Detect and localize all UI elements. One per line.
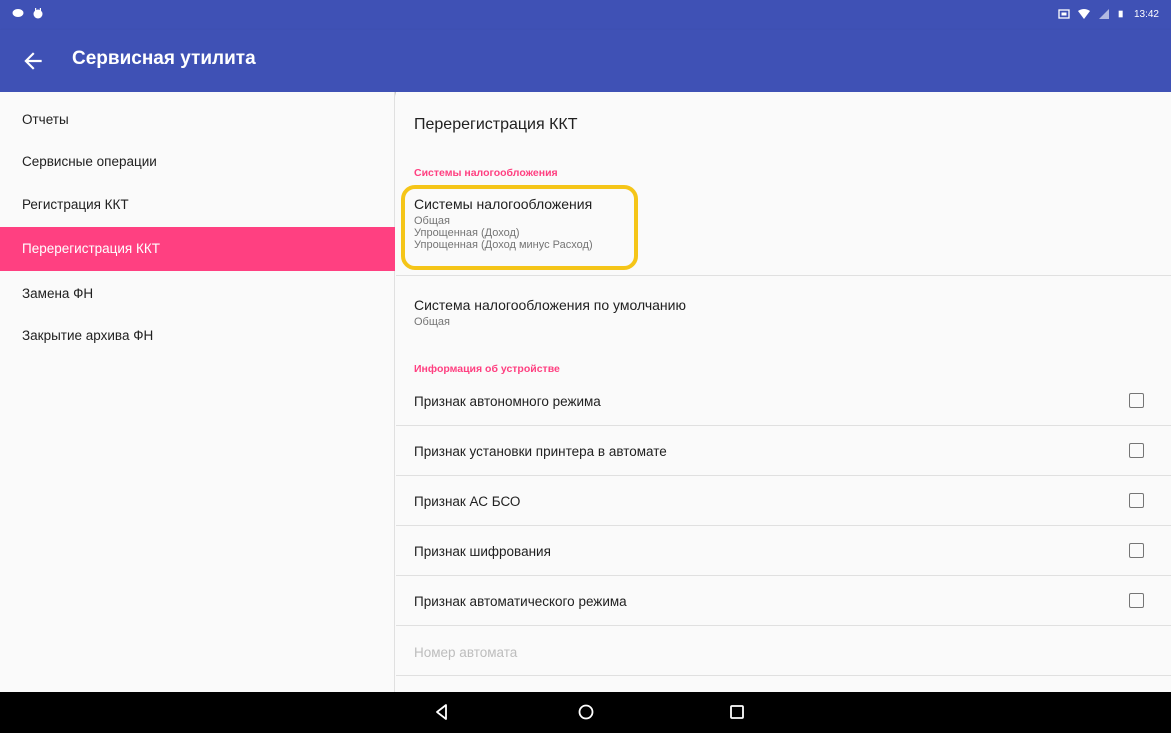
flag-automatic-label: Признак автоматического режима <box>414 594 627 609</box>
divider <box>396 475 1171 476</box>
nfc-icon <box>1058 9 1070 19</box>
flag-autonomous-label: Признак автономного режима <box>414 394 601 409</box>
flag-automatic-checkbox[interactable] <box>1129 593 1144 608</box>
sidebar-item-service-operations[interactable]: Сервисные операции <box>0 140 395 184</box>
settings-content: Перерегистрация ККТ Системы налогообложе… <box>396 92 1171 692</box>
app-bar: Сервисная утилита <box>0 30 1171 92</box>
flag-as-bso-label: Признак АС БСО <box>414 494 521 509</box>
divider <box>396 625 1171 626</box>
sidebar: Отчеты Сервисные операции Регистрация КК… <box>0 92 395 692</box>
highlight-frame <box>401 185 638 270</box>
app-title: Сервисная утилита <box>72 48 256 69</box>
flag-printer-checkbox[interactable] <box>1129 443 1144 458</box>
divider <box>396 275 1171 276</box>
flag-encryption-label: Признак шифрования <box>414 544 551 559</box>
flag-printer-label: Признак установки принтера в автомате <box>414 444 667 459</box>
default-tax-value: Общая <box>414 316 450 328</box>
wifi-icon <box>1077 9 1090 19</box>
nav-recents-icon[interactable] <box>727 702 747 722</box>
flag-autonomous-checkbox[interactable] <box>1129 393 1144 408</box>
machine-number-field: Номер автомата <box>414 645 518 660</box>
navigation-bar <box>0 692 1171 733</box>
nav-back-icon[interactable] <box>432 702 452 722</box>
divider <box>396 425 1171 426</box>
sidebar-item-fn-archive-close[interactable]: Закрытие архива ФН <box>0 314 395 358</box>
battery-icon <box>1118 10 1123 18</box>
flag-encryption-checkbox[interactable] <box>1129 543 1144 558</box>
page-title: Перерегистрация ККТ <box>414 116 578 133</box>
arrow-back-icon[interactable] <box>20 48 46 74</box>
divider <box>396 575 1171 576</box>
sidebar-item-reregistration[interactable]: Перерегистрация ККТ <box>0 227 395 271</box>
android-icon <box>33 8 43 19</box>
status-bar: 13:42 <box>0 0 1171 30</box>
flag-as-bso-checkbox[interactable] <box>1129 493 1144 508</box>
notification-icon <box>12 9 24 17</box>
divider <box>396 525 1171 526</box>
nav-home-icon[interactable] <box>576 702 596 722</box>
signal-icon <box>1098 9 1109 19</box>
status-time: 13:42 <box>1133 8 1159 20</box>
sidebar-item-registration[interactable]: Регистрация ККТ <box>0 183 395 227</box>
divider <box>396 675 1171 676</box>
section-header-device: Информация об устройстве <box>414 363 560 375</box>
section-header-tax: Системы налогообложения <box>414 167 558 179</box>
default-tax-title: Система налогообложения по умолчанию <box>414 297 686 313</box>
sidebar-item-fn-replacement[interactable]: Замена ФН <box>0 272 395 316</box>
sidebar-item-reports[interactable]: Отчеты <box>0 98 395 142</box>
